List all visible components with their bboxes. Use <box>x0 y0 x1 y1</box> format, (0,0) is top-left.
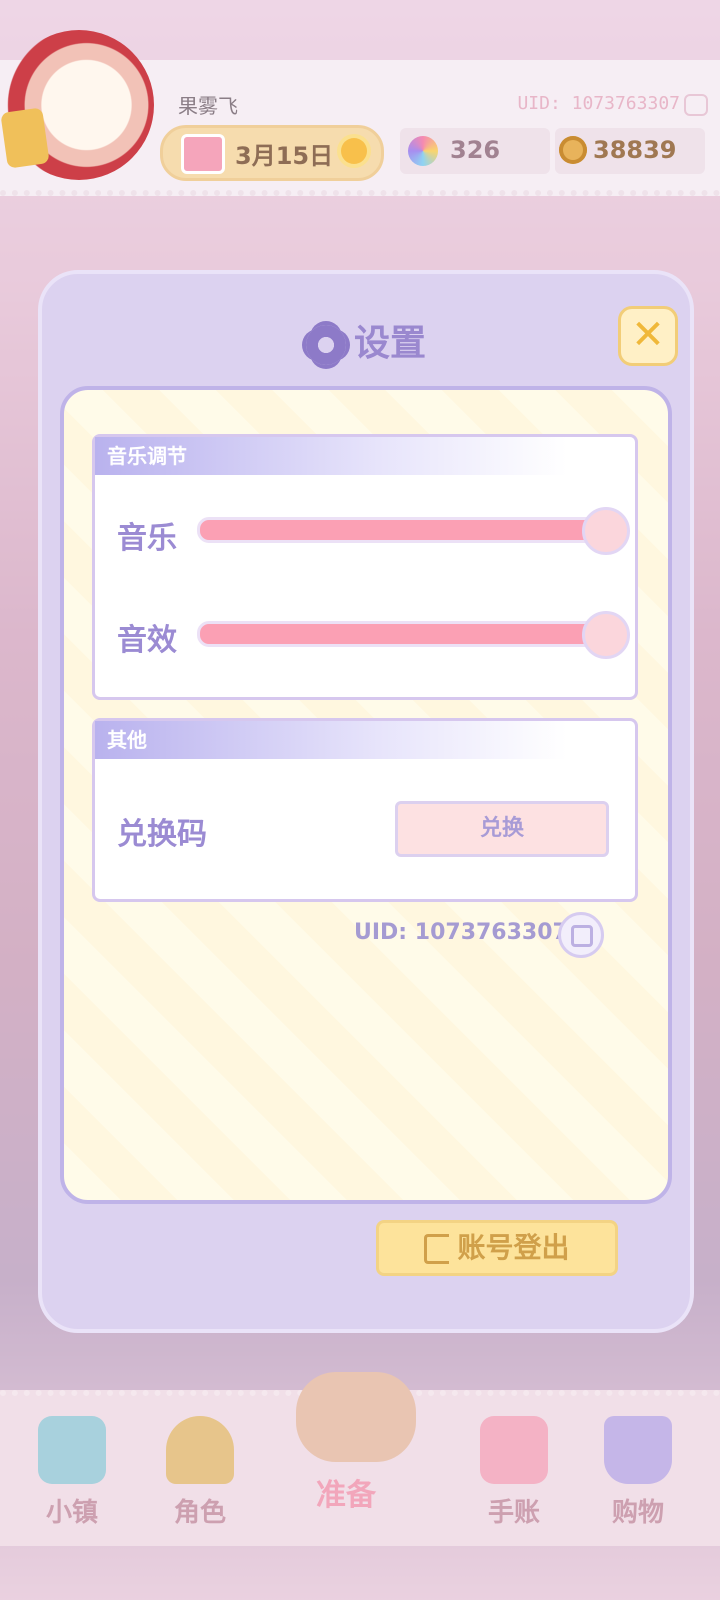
copy-icon[interactable] <box>684 94 708 116</box>
flower-gem-icon <box>408 136 438 166</box>
settings-panel: 音乐调节 音乐 音效 其他 兑换码 兑换 UID: 1073763307 <box>60 386 672 1204</box>
music-slider-knob[interactable] <box>582 507 630 555</box>
lucky-tag-icon <box>0 107 50 169</box>
gear-icon <box>305 325 346 365</box>
nav-prepare[interactable]: 准备 <box>296 1372 416 1514</box>
basket-icon <box>296 1372 416 1462</box>
nav-journal[interactable]: 手账 <box>464 1416 564 1529</box>
logout-button[interactable]: 账号登出 <box>376 1220 618 1276</box>
bottom-nav: 小镇 角色 准备 手账 购物 <box>0 1372 720 1546</box>
sfx-label: 音效 <box>117 623 177 658</box>
logout-label: 账号登出 <box>457 1231 570 1264</box>
date-pill[interactable]: 3月15日 <box>160 125 384 181</box>
other-section-title: 其他 <box>95 721 567 759</box>
coin-icon <box>559 136 587 164</box>
nav-shop-label: 购物 <box>611 1498 664 1528</box>
music-label: 音乐 <box>117 521 177 556</box>
nav-journal-label: 手账 <box>487 1498 540 1528</box>
music-section: 音乐调节 音乐 音效 <box>92 434 638 700</box>
nav-prepare-label: 准备 <box>316 1478 376 1513</box>
calendar-icon <box>181 134 225 174</box>
date-text: 3月15日 <box>235 142 334 170</box>
coin-counter[interactable]: 38839 <box>555 128 705 174</box>
copy-uid-button[interactable] <box>558 912 604 958</box>
redeem-button[interactable]: 兑换 <box>395 801 609 857</box>
coin-value: 38839 <box>593 136 677 164</box>
redeem-code-label: 兑换码 <box>117 817 207 852</box>
nav-town[interactable]: 小镇 <box>22 1416 122 1529</box>
other-section: 其他 兑换码 兑换 <box>92 718 638 902</box>
music-section-title: 音乐调节 <box>95 437 567 475</box>
character-icon <box>166 1416 234 1484</box>
uid-text: UID: 1073763307 <box>354 920 568 945</box>
username: 果雾飞 <box>178 94 238 118</box>
sun-icon <box>341 138 367 164</box>
settings-title: 设置 <box>353 323 426 364</box>
settings-modal: 设置 ✕ 音乐调节 音乐 音效 其他 兑换码 兑换 UID: 107376330… <box>38 270 694 1333</box>
gem-value: 326 <box>450 136 501 164</box>
shopping-bag-icon <box>604 1416 672 1484</box>
nav-character[interactable]: 角色 <box>150 1416 250 1529</box>
journal-icon <box>480 1416 548 1484</box>
nav-town-label: 小镇 <box>45 1498 98 1528</box>
music-slider[interactable] <box>197 507 630 555</box>
map-icon <box>38 1416 106 1484</box>
sfx-slider-knob[interactable] <box>582 611 630 659</box>
logout-icon <box>424 1234 450 1264</box>
nav-character-label: 角色 <box>173 1498 226 1528</box>
modal-title: 设置 <box>42 314 690 366</box>
player-avatar[interactable] <box>0 30 154 180</box>
close-button[interactable]: ✕ <box>618 306 678 366</box>
gem-counter[interactable]: 326 <box>400 128 550 174</box>
sfx-slider[interactable] <box>197 611 630 659</box>
nav-shop[interactable]: 购物 <box>588 1416 688 1529</box>
top-uid: UID: 1073763307 <box>517 93 680 114</box>
